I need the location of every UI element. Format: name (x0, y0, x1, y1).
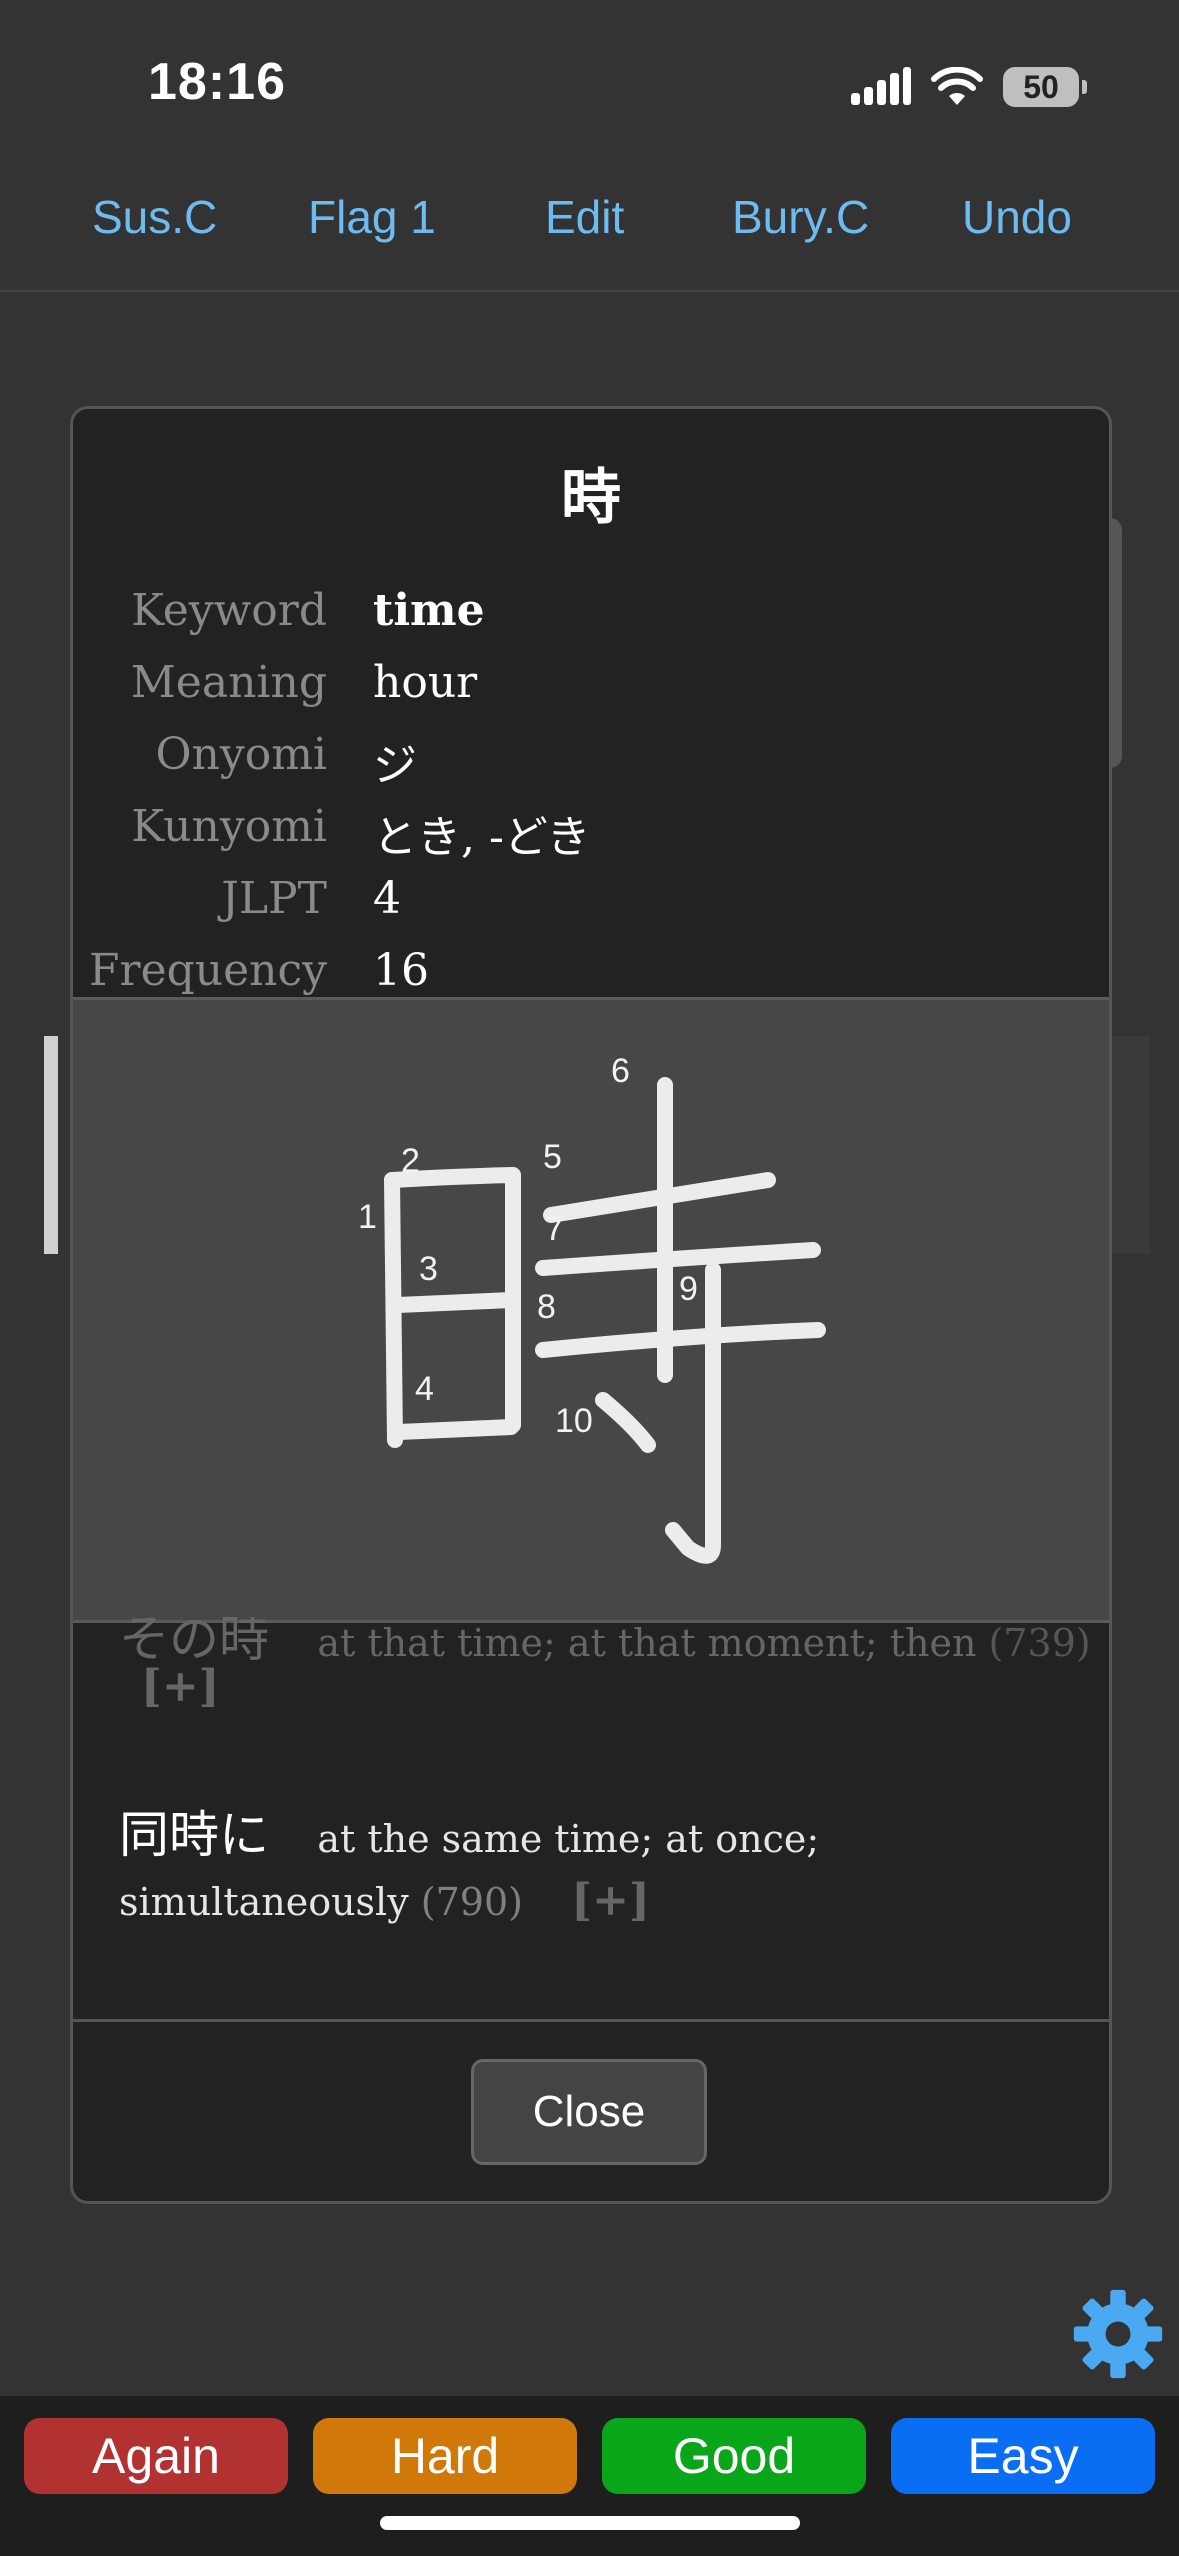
answer-bar: Again Hard Good Easy (0, 2396, 1179, 2556)
frequency-value: 16 (373, 945, 429, 996)
top-toolbar: Sus.C Flag 1 Edit Bury.C Undo (0, 190, 1179, 292)
jlpt-value: 4 (373, 873, 401, 924)
word-text: 同時に (119, 1806, 269, 1864)
onyomi-label: Onyomi (155, 729, 327, 780)
stroke-number-4: 4 (415, 1370, 434, 1408)
info-row-jlpt: JLPT 4 (73, 873, 1109, 933)
wifi-icon (931, 67, 983, 105)
kunyomi-label: Kunyomi (131, 801, 327, 852)
stroke-order-panel: 1 2 3 4 5 6 7 8 9 10 (73, 997, 1109, 1623)
word-rank: (790) (420, 1880, 523, 1924)
meaning-label: Meaning (130, 657, 327, 708)
stroke-number-7: 7 (545, 1210, 564, 1248)
suspend-card-button[interactable]: Sus.C (92, 190, 217, 260)
list-item: 同時に at the same time; at once; (119, 1795, 819, 1867)
background-panel (1108, 1036, 1150, 1254)
stroke-order-diagram: 1 2 3 4 5 6 7 8 9 10 (358, 1052, 826, 1564)
battery-icon: 50 (1003, 67, 1087, 107)
kunyomi-value: とき, -どき (373, 812, 591, 863)
frequency-label: Frequency (89, 945, 327, 996)
stroke-number-8: 8 (537, 1288, 556, 1326)
expand-button[interactable]: [+] (141, 1661, 220, 1712)
stroke-number-3: 3 (419, 1250, 438, 1288)
stroke-3 (390, 1292, 519, 1313)
meaning-value: hour (373, 657, 478, 708)
gear-icon[interactable] (1070, 2286, 1166, 2382)
info-row-keyword: Keyword time (73, 585, 1109, 645)
stroke-10 (595, 1392, 656, 1453)
modal-footer-divider (73, 2019, 1109, 2022)
home-indicator[interactable] (380, 2516, 800, 2530)
review-screen: 18:16 50 Sus.C Flag 1 Edit Bury.C Undo 時… (0, 0, 1179, 2556)
stroke-number-2: 2 (401, 1142, 420, 1180)
list-item-continuation: simultaneously (790) [+] (119, 1875, 650, 1926)
status-time: 18:16 (148, 53, 286, 111)
word-meaning-cont: simultaneously (119, 1880, 409, 1924)
info-row-onyomi: Onyomi ジ (73, 729, 1109, 791)
expand-button[interactable]: [+] (571, 1875, 650, 1926)
status-icons: 50 (851, 62, 1087, 112)
word-text: その時 (119, 1610, 269, 1668)
stroke-7 (535, 1242, 821, 1276)
stroke-number-6: 6 (611, 1052, 630, 1090)
info-row-frequency: Frequency 16 (73, 945, 1109, 1005)
stroke-4 (391, 1419, 519, 1440)
expand-link[interactable]: [+] (141, 1661, 220, 1712)
good-button[interactable]: Good (602, 2418, 866, 2494)
onyomi-value: ジ (373, 740, 417, 791)
info-row-kunyomi: Kunyomi とき, -どき (73, 801, 1109, 863)
word-meaning: at the same time; at once; (317, 1817, 820, 1861)
word-meaning: at that time; at that moment; then (317, 1621, 977, 1665)
kanji-heading: 時 (561, 463, 621, 533)
close-button[interactable]: Close (471, 2059, 707, 2165)
background-scroll-bar (44, 1036, 58, 1254)
info-row-meaning: Meaning hour (73, 657, 1109, 717)
keyword-value: time (373, 585, 485, 636)
kanji-info-modal: 時 Keyword time Meaning hour Onyomi ジ Kun… (70, 406, 1112, 2204)
cellular-signal-icon (851, 67, 911, 105)
stroke-number-9: 9 (679, 1270, 698, 1308)
bury-card-button[interactable]: Bury.C (732, 190, 869, 260)
jlpt-label: JLPT (221, 873, 327, 924)
word-rank: (739) (988, 1621, 1091, 1665)
stroke-9 (665, 1262, 721, 1564)
hard-button[interactable]: Hard (313, 2418, 577, 2494)
flag-button[interactable]: Flag 1 (308, 190, 436, 260)
stroke-8 (535, 1322, 826, 1358)
stroke-number-5: 5 (543, 1138, 562, 1176)
keyword-label: Keyword (131, 585, 327, 636)
easy-button[interactable]: Easy (891, 2418, 1155, 2494)
edit-button[interactable]: Edit (545, 190, 624, 260)
again-button[interactable]: Again (24, 2418, 288, 2494)
undo-button[interactable]: Undo (962, 190, 1072, 260)
stroke-number-10: 10 (555, 1402, 593, 1440)
stroke-number-1: 1 (358, 1198, 377, 1236)
